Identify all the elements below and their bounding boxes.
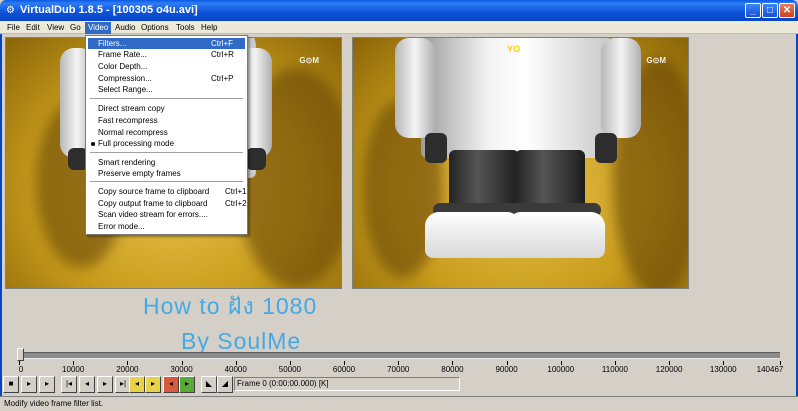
menu-audio[interactable]: Audio (112, 22, 138, 34)
go-start-icon[interactable]: |◂ (61, 376, 77, 393)
next-keyframe-icon[interactable]: ▸ (145, 376, 161, 393)
menu-options[interactable]: Options (138, 22, 172, 34)
gom-watermark-output: G⊙M (646, 56, 666, 65)
title-bar[interactable]: ⚙ VirtualDub 1.8.5 - [100305 o4u.avi] _ … (0, 0, 798, 21)
step-back-icon[interactable]: ◂ (79, 376, 95, 393)
timeline-label: 30000 (170, 365, 193, 374)
menu-separator (90, 181, 243, 183)
frame-position-readout[interactable]: Frame 0 (0:00:00.000) [K] (234, 377, 460, 391)
play-output-icon[interactable]: ▸ (39, 376, 55, 393)
menu-item-frame-rate[interactable]: Frame Rate... Ctrl+R (88, 49, 245, 60)
timeline-label: 100000 (547, 365, 575, 374)
prev-scene-icon[interactable]: ◂ (163, 376, 179, 393)
menu-tools[interactable]: Tools (173, 22, 198, 34)
mark-out-icon[interactable]: ◢ (217, 376, 233, 393)
timeline-label: 120000 (655, 365, 683, 374)
next-scene-icon[interactable]: ▸ (179, 376, 195, 393)
timeline-label: 10000 (62, 365, 85, 374)
timeline-label: 20000 (116, 365, 139, 374)
menu-item-filters[interactable]: Filters... Ctrl+F (88, 38, 245, 49)
menu-item-select-range[interactable]: Select Range... (88, 84, 245, 95)
menu-separator (90, 98, 243, 100)
close-button[interactable]: ✕ (779, 3, 795, 18)
timeline-label: 40000 (224, 365, 247, 374)
menu-item-color-depth[interactable]: Color Depth... (88, 61, 245, 72)
minimize-button[interactable]: _ (745, 3, 761, 18)
mark-in-icon[interactable]: ◣ (201, 376, 217, 393)
timeline-label: 60000 (332, 365, 356, 374)
gom-watermark: G⊙M (299, 56, 319, 65)
timeline-label: 50000 (278, 365, 301, 374)
menu-edit[interactable]: Edit (23, 22, 43, 34)
timeline-thumb[interactable] (17, 348, 24, 361)
menu-item-direct-stream-copy[interactable]: Direct stream copy (88, 103, 245, 114)
menu-separator (90, 152, 243, 154)
timeline-label: 140467 (756, 365, 784, 374)
menu-view[interactable]: View (44, 22, 67, 34)
step-forward-icon[interactable]: ▸ (97, 376, 113, 393)
menu-item-error-mode[interactable]: Error mode... (88, 221, 245, 232)
timeline-label: 110000 (601, 365, 628, 374)
menu-item-smart-rendering[interactable]: Smart rendering (88, 157, 245, 168)
prev-keyframe-icon[interactable]: ◂ (129, 376, 145, 393)
menu-item-full-processing-mode[interactable]: Full processing mode (88, 138, 245, 149)
app-icon[interactable]: ⚙ (4, 4, 17, 17)
selected-bullet-icon (91, 142, 95, 146)
timeline-label: 80000 (441, 365, 464, 374)
menu-item-copy-source-frame[interactable]: Copy source frame to clipboard Ctrl+1 (88, 186, 247, 197)
timeline-label: 70000 (387, 365, 410, 374)
menu-file[interactable]: File (4, 22, 23, 34)
menu-item-fast-recompress[interactable]: Fast recompress (88, 115, 245, 126)
stop-icon[interactable]: ■ (3, 376, 19, 393)
menu-item-copy-output-frame[interactable]: Copy output frame to clipboard Ctrl+2 (88, 198, 247, 209)
menu-item-preserve-empty-frames[interactable]: Preserve empty frames (88, 168, 245, 179)
menu-go[interactable]: Go (67, 22, 84, 34)
menu-item-compression[interactable]: Compression... Ctrl+P (88, 73, 245, 84)
timeline-track[interactable] (19, 352, 780, 359)
menu-item-normal-recompress[interactable]: Normal recompress (88, 127, 245, 138)
menu-bar: File Edit View Go Video Audio Options To… (0, 21, 798, 34)
overlay-author: By SoulMe (181, 328, 302, 354)
play-input-icon[interactable]: ▸ (21, 376, 37, 393)
status-bar: Modify video frame filter list. (0, 396, 798, 411)
overlay-title: How to ฝัง 1080 (143, 293, 318, 319)
maximize-button[interactable]: □ (762, 3, 778, 18)
menu-video[interactable]: Video (85, 22, 112, 34)
window-title: VirtualDub 1.8.5 - [100305 o4u.avi] (20, 4, 198, 16)
timeline-label: 130000 (709, 365, 737, 374)
output-video-pane[interactable]: G⊙M YO (352, 37, 689, 289)
timeline-label: 0 (18, 365, 24, 374)
video-menu-dropdown: Filters... Ctrl+F Frame Rate... Ctrl+R Col… (85, 35, 248, 235)
menu-item-scan-video-stream[interactable]: Scan video stream for errors.... (88, 209, 245, 220)
timeline-label: 90000 (495, 365, 518, 374)
menu-help[interactable]: Help (198, 22, 220, 34)
